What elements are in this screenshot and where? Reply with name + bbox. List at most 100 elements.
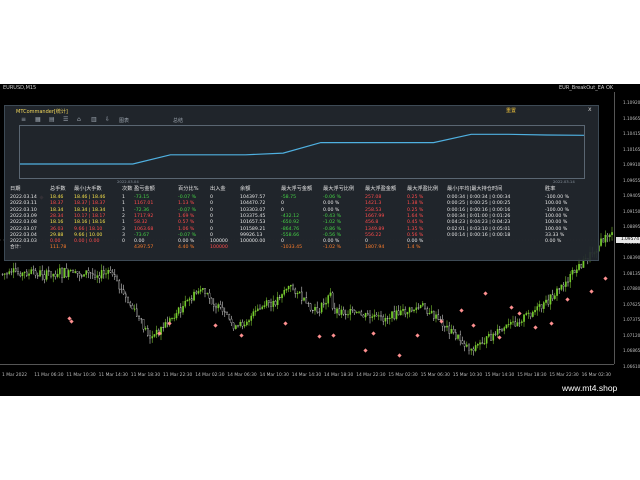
candle-body — [261, 306, 264, 310]
candle-body — [248, 320, 250, 323]
candle-body — [373, 314, 376, 317]
price-axis-label: 1.09655 — [623, 177, 640, 183]
candle-body — [334, 308, 336, 314]
candle-body — [122, 289, 125, 295]
candle-body — [74, 271, 77, 273]
candle-body — [153, 334, 156, 337]
candle-body — [529, 312, 532, 317]
candle-body — [270, 302, 272, 307]
candle-body — [554, 295, 556, 299]
candle-body — [362, 314, 365, 318]
trade-signal-marker — [371, 331, 376, 336]
candle-body — [142, 319, 145, 330]
candle-body — [496, 329, 499, 335]
candle-body — [272, 301, 275, 307]
price-axis-label: 1.07880 — [623, 286, 640, 291]
candle-body — [477, 344, 479, 346]
candle-body — [87, 270, 90, 273]
price-axis-label: 1.09150 — [623, 208, 640, 214]
candle-body — [369, 314, 371, 318]
filter-icon[interactable]: ⌂ — [77, 117, 83, 123]
table-total-row: 合计: 111.78 4397.57 4.40 % 100000 -1033.45 -1.0… — [10, 245, 595, 251]
reset-button[interactable]: 重置 — [506, 107, 516, 114]
candle-body — [573, 269, 576, 274]
candle-body — [404, 309, 407, 315]
candle-body — [81, 275, 83, 277]
candle-body — [342, 309, 345, 315]
candle-body — [472, 348, 475, 351]
candle-body — [285, 288, 288, 291]
equity-end-date: 2022.03.14 — [553, 179, 575, 184]
candle-body — [411, 307, 413, 312]
candle-body — [254, 310, 257, 312]
left-align-icon[interactable]: ≡ — [21, 117, 27, 123]
candle-body — [560, 284, 563, 290]
table-header-cell: 胜率 — [545, 186, 556, 192]
candle-body — [580, 264, 583, 268]
candle-body — [470, 348, 473, 351]
candle-body — [380, 315, 382, 317]
candle-body — [540, 304, 543, 309]
candle-body — [323, 302, 325, 305]
candle-body — [162, 327, 165, 328]
candle-body — [413, 309, 415, 312]
candle-body — [428, 313, 431, 314]
candle-body — [175, 313, 178, 319]
calendar-icon[interactable]: ▥ — [91, 117, 97, 123]
candle-body — [538, 304, 541, 307]
candle-body — [133, 308, 136, 310]
candle-body — [578, 264, 580, 270]
candle-body — [184, 300, 187, 307]
trade-signal-marker — [397, 353, 402, 358]
candle-body — [303, 297, 305, 301]
candle-body — [274, 301, 277, 306]
trade-signal-marker — [509, 305, 514, 310]
candle-body — [503, 327, 506, 331]
summary-view-button[interactable]: 总结 — [173, 117, 183, 124]
candle-body — [316, 307, 319, 313]
chart-view-button[interactable]: 图表 — [119, 117, 129, 124]
candle-body — [551, 294, 554, 299]
list-icon[interactable]: ☰ — [63, 117, 69, 123]
candle-body — [43, 274, 46, 280]
grid-icon[interactable]: ▦ — [35, 117, 41, 123]
candle-body — [384, 318, 387, 322]
candle-body — [54, 273, 57, 277]
table-cell: 4.40 % — [178, 245, 195, 251]
candle-body — [4, 273, 6, 275]
candle-body — [59, 268, 61, 275]
table-header-cell: 最大浮盈金额 — [365, 186, 397, 192]
candle-body — [67, 270, 70, 278]
trade-signal-marker — [603, 276, 608, 281]
candle-body — [140, 318, 143, 320]
candle-body — [294, 288, 297, 294]
candle-body — [155, 329, 158, 335]
close-icon[interactable]: x — [588, 106, 592, 113]
candle-body — [221, 307, 224, 312]
candle-body — [37, 275, 39, 277]
trade-signal-marker — [283, 321, 288, 326]
table-header-cell: 日期 — [10, 186, 21, 192]
candle-body — [21, 272, 24, 277]
candle-body — [450, 329, 453, 334]
export-icon[interactable]: ⇩ — [105, 117, 111, 123]
candle-body — [279, 297, 281, 299]
time-axis-label: 11 Mar 18:30 — [130, 373, 161, 378]
candle-body — [52, 273, 55, 277]
candle-body — [204, 288, 206, 294]
candle-body — [151, 336, 154, 339]
candle-body — [494, 333, 497, 335]
table-header-cell: 最大浮亏比例 — [323, 186, 355, 192]
table-header-cell: 次数 — [122, 186, 133, 192]
candle-body — [360, 311, 363, 316]
candle-body — [309, 303, 312, 311]
trade-signal-marker — [167, 321, 172, 326]
layout-icon[interactable]: ▤ — [49, 117, 55, 123]
candle-body — [338, 308, 341, 315]
table-cell: 1807.94 — [365, 245, 385, 251]
candle-body — [19, 273, 22, 277]
table-header-cell: 余额 — [240, 186, 251, 192]
candle-body — [433, 310, 435, 319]
candle-body — [72, 270, 74, 273]
price-axis-label: 1.08135 — [623, 270, 640, 276]
